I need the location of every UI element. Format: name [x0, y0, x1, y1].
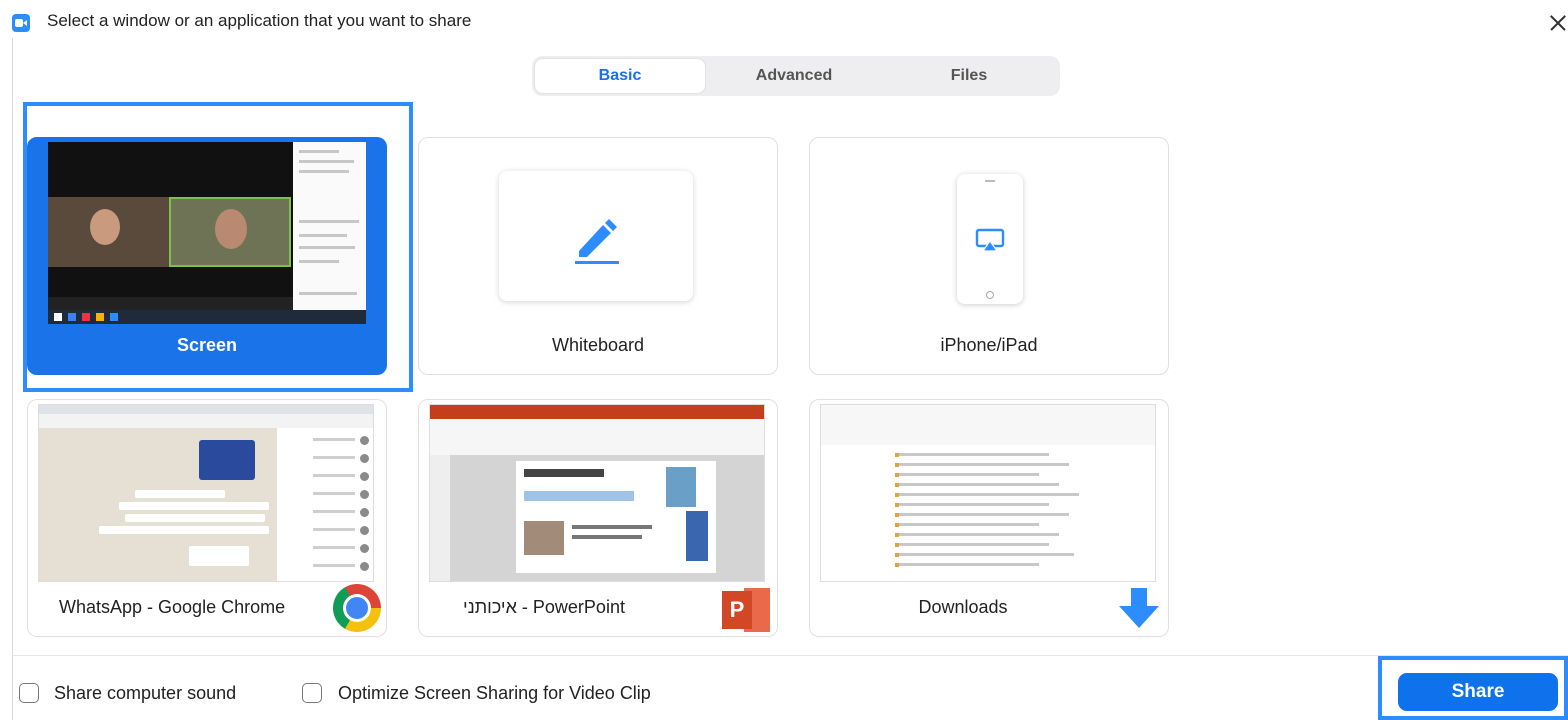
- optimize-video-label: Optimize Screen Sharing for Video Clip: [338, 683, 651, 703]
- screen-preview-thumbnail: [48, 142, 366, 324]
- powerpoint-icon: P: [722, 588, 774, 632]
- option-whiteboard[interactable]: Whiteboard: [418, 137, 778, 375]
- tab-basic[interactable]: Basic: [535, 59, 705, 93]
- option-label: iPhone/iPad: [940, 335, 1038, 355]
- share-sound-checkbox[interactable]: [19, 683, 39, 703]
- share-tabs: Basic Advanced Files: [532, 56, 1060, 96]
- option-label: WhatsApp - Google Chrome: [59, 597, 286, 617]
- airplay-icon: [975, 228, 1005, 252]
- option-label: Screen: [176, 335, 238, 355]
- title-bar: Select a window or an application that y…: [0, 0, 1568, 44]
- zoom-app-icon: [12, 14, 30, 32]
- tab-advanced[interactable]: Advanced: [709, 59, 879, 93]
- window-title: Select a window or an application that y…: [47, 11, 472, 30]
- powerpoint-window-thumbnail: [429, 404, 765, 582]
- share-sound-label: Share computer sound: [54, 683, 237, 703]
- whiteboard-tile: [499, 171, 693, 301]
- close-icon[interactable]: [1540, 6, 1568, 38]
- option-label: Whiteboard: [551, 335, 645, 355]
- phone-illustration: [957, 174, 1023, 304]
- share-button[interactable]: Share: [1398, 673, 1558, 711]
- explorer-window-thumbnail: [820, 404, 1156, 582]
- option-whatsapp-chrome[interactable]: WhatsApp - Google Chrome: [27, 399, 387, 637]
- optimize-video-checkbox[interactable]: [302, 683, 322, 703]
- option-powerpoint[interactable]: איכותני - PowerPoint P: [418, 399, 778, 637]
- whatsapp-window-thumbnail: [38, 404, 374, 582]
- tab-files[interactable]: Files: [884, 59, 1054, 93]
- option-iphone-ipad[interactable]: iPhone/iPad: [809, 137, 1169, 375]
- option-downloads[interactable]: Downloads: [809, 399, 1169, 637]
- window-border: [12, 38, 13, 720]
- option-label: Downloads: [918, 597, 1008, 617]
- footer-divider: [12, 655, 1568, 656]
- pen-icon: [575, 219, 619, 264]
- download-arrow-icon: [1119, 588, 1159, 628]
- option-label: איכותני - PowerPoint: [463, 597, 625, 617]
- option-screen[interactable]: Screen: [27, 137, 387, 375]
